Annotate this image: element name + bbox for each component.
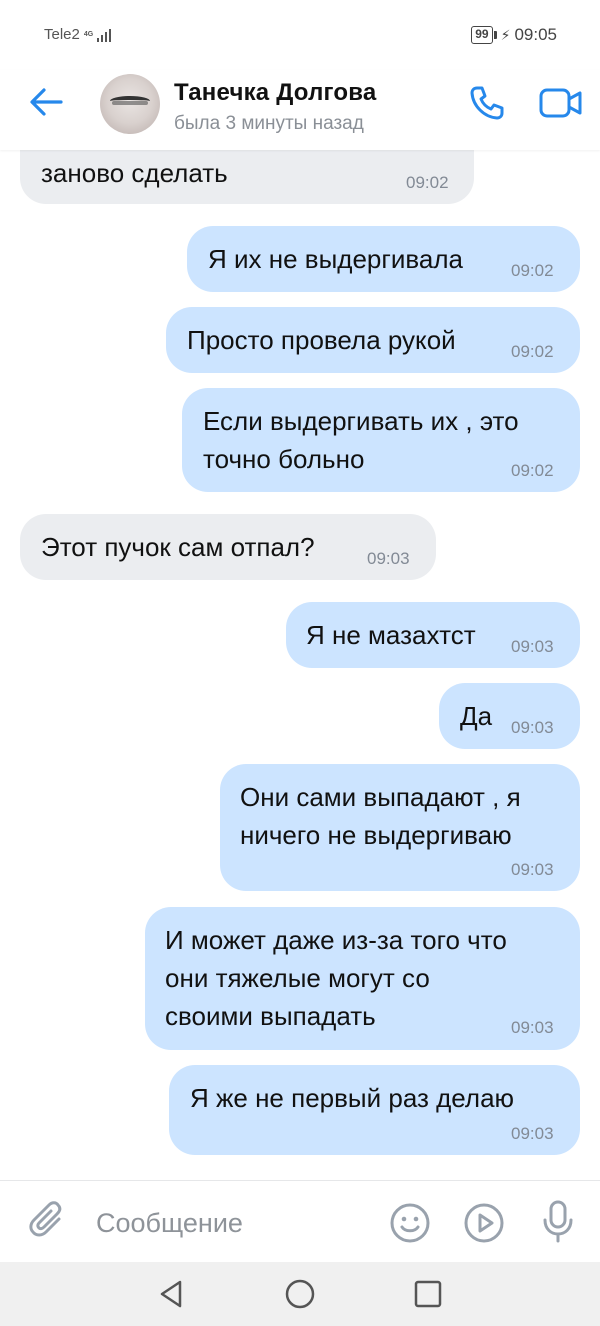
message-bubble-outgoing[interactable]: Я же не первый раз делаю 09:03: [169, 1065, 580, 1155]
smile-icon: [390, 1203, 430, 1243]
message-time: 09:02: [511, 461, 554, 480]
message-bubble-outgoing[interactable]: Я их не выдергивала 09:02: [187, 226, 580, 292]
message-time: 09:03: [511, 860, 554, 879]
arrow-left-icon: [30, 88, 63, 116]
phone-icon: [470, 86, 504, 120]
call-button[interactable]: [466, 82, 508, 124]
voice-message-button[interactable]: [536, 1199, 580, 1245]
nav-home-icon[interactable]: [284, 1278, 316, 1310]
video-camera-icon: [539, 88, 582, 118]
message-text: Этот пучок сам отпал?: [41, 532, 315, 562]
message-time: 09:02: [511, 342, 554, 361]
message-text: Да: [460, 701, 493, 731]
message-bubble-outgoing[interactable]: Я не мазахтст 09:03: [286, 602, 580, 668]
status-right: 99 ⚡ 09:05: [471, 25, 557, 45]
nav-back-icon[interactable]: [156, 1278, 188, 1310]
message-input-bar: [0, 1180, 600, 1262]
charging-icon: ⚡: [500, 26, 511, 43]
message-input[interactable]: [96, 1203, 366, 1243]
battery-tip: [493, 31, 497, 39]
message-time: 09:03: [367, 549, 410, 568]
paperclip-icon: [29, 1201, 62, 1237]
message-list[interactable]: заново сделать 09:02 Я их не выдергивала…: [0, 150, 600, 1180]
message-text: заново сделать: [41, 158, 228, 188]
microphone-icon: [543, 1200, 573, 1243]
attach-button[interactable]: [26, 1199, 70, 1243]
message-time: 09:03: [511, 1018, 554, 1037]
system-nav-bar: [0, 1262, 600, 1326]
message-text: они тяжелые могут со: [165, 963, 430, 993]
message-text: Просто провела рукой: [187, 325, 456, 355]
message-bubble-outgoing[interactable]: Они сами выпадают , я ничего не выдергив…: [220, 764, 580, 891]
message-text: Я их не выдергивала: [208, 244, 463, 274]
network-type: 4G: [83, 31, 94, 38]
message-bubble-incoming[interactable]: Этот пучок сам отпал? 09:03: [20, 514, 436, 580]
chat-header: Танечка Долгова была 3 минуты назад: [0, 70, 600, 150]
message-time: 09:03: [511, 1124, 554, 1143]
nav-recents-icon[interactable]: [412, 1278, 444, 1310]
message-time: 09:03: [511, 718, 554, 737]
message-bubble-outgoing[interactable]: И может даже из-за того что они тяжелые …: [145, 907, 580, 1050]
message-text: Я же не первый раз делаю: [190, 1083, 515, 1113]
message-bubble-incoming[interactable]: заново сделать 09:02: [20, 150, 474, 204]
message-text: Я не мазахтст: [306, 620, 476, 650]
message-bubble-outgoing[interactable]: Если выдергивать их , это точно больно 0…: [182, 388, 580, 492]
message-text: точно больно: [203, 444, 365, 474]
message-time: 09:02: [511, 261, 554, 280]
avatar[interactable]: [100, 74, 160, 134]
battery-icon: 99: [471, 26, 493, 44]
contact-name[interactable]: Танечка Долгова: [174, 79, 376, 107]
signal-icon: [96, 28, 111, 42]
carrier-info: Tele2 4G: [44, 26, 111, 43]
message-text: Если выдергивать их , это: [203, 406, 519, 436]
message-text: своими выпадать: [165, 1001, 376, 1031]
play-circle-icon: [464, 1203, 504, 1243]
message-bubble-outgoing[interactable]: Просто провела рукой 09:02: [166, 307, 580, 373]
message-text: Они сами выпадают , я: [240, 782, 521, 812]
message-text: ничего не выдергиваю: [240, 820, 512, 850]
message-text: И может даже из-за того что: [165, 925, 507, 955]
emoji-button[interactable]: [388, 1201, 432, 1245]
message-time: 09:02: [406, 173, 449, 192]
status-bar: Tele2 4G 99 ⚡ 09:05: [0, 0, 600, 70]
message-bubble-outgoing[interactable]: Да 09:03: [439, 683, 580, 749]
media-button[interactable]: [462, 1201, 506, 1245]
video-call-button[interactable]: [538, 82, 584, 124]
back-button[interactable]: [26, 82, 66, 122]
carrier-name: Tele2: [44, 26, 80, 43]
status-time: 09:05: [514, 25, 557, 44]
message-time: 09:03: [511, 637, 554, 656]
contact-status: была 3 минуты назад: [174, 113, 364, 134]
